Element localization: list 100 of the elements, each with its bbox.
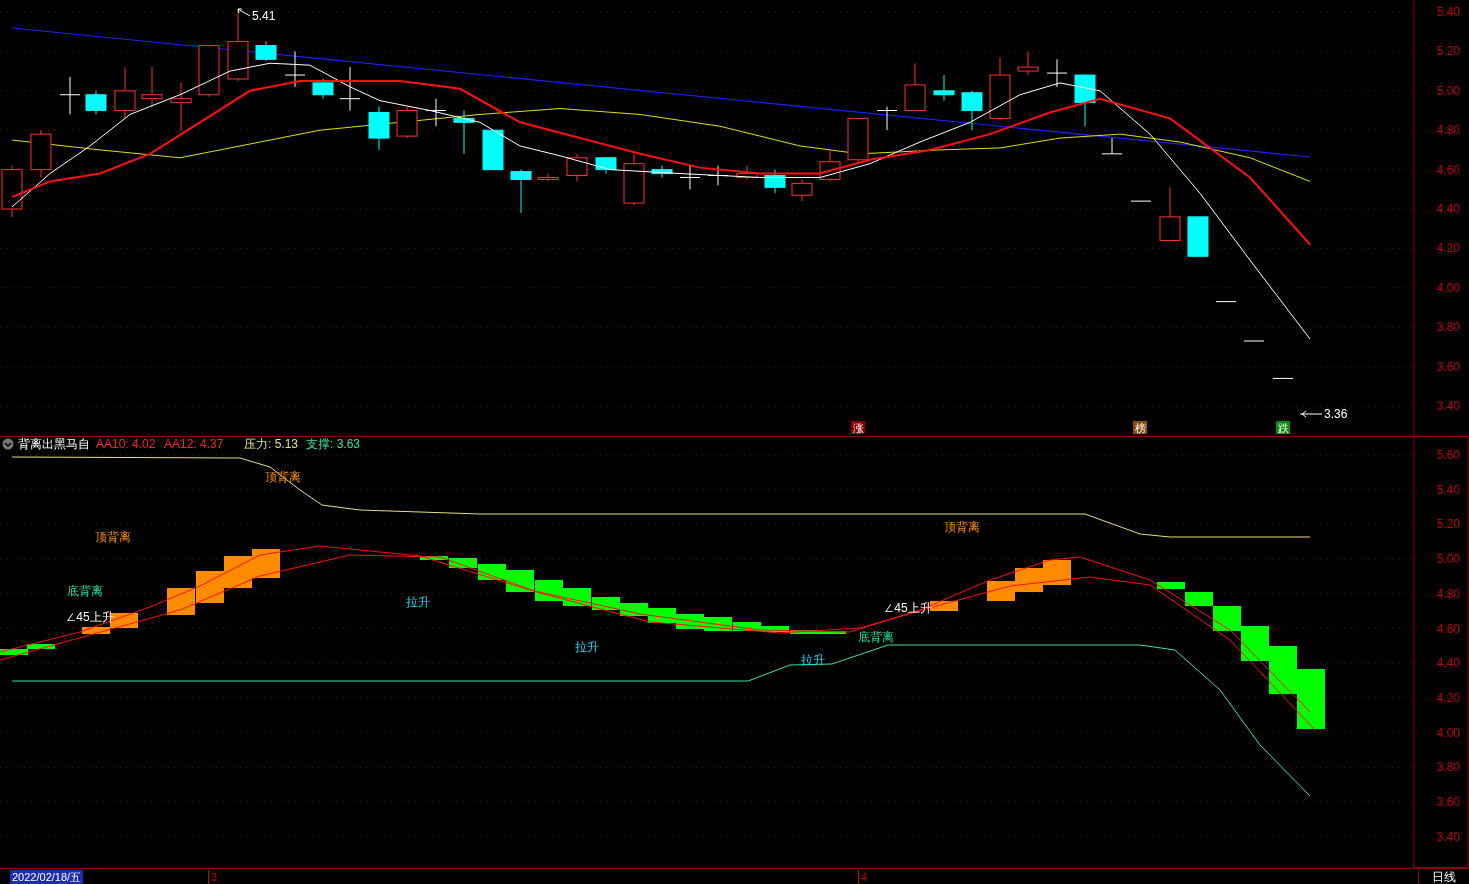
axis-label: 3.80 bbox=[1436, 320, 1460, 335]
signal-annotation: 顶背离 bbox=[944, 520, 980, 534]
collapse-icon[interactable] bbox=[2, 438, 14, 450]
histogram-bar bbox=[1297, 669, 1325, 729]
axis-label: 4.80 bbox=[1436, 586, 1460, 601]
candlestick bbox=[453, 110, 475, 155]
histogram-bar bbox=[252, 549, 280, 578]
axis-label: 4.80 bbox=[1436, 123, 1460, 138]
histogram-bar bbox=[1157, 582, 1185, 589]
candlestick bbox=[876, 106, 898, 131]
candlestick bbox=[425, 98, 447, 127]
axis-label: 5.20 bbox=[1436, 517, 1460, 532]
axis-label: 4.00 bbox=[1436, 725, 1460, 740]
period-tab[interactable]: 日线 bbox=[1418, 868, 1469, 884]
candlestick bbox=[1215, 301, 1237, 303]
histogram-bar bbox=[1015, 568, 1043, 592]
high-marker-arrow bbox=[237, 8, 251, 17]
signal-badge: 榜 bbox=[1133, 421, 1147, 434]
histogram-bar bbox=[987, 581, 1015, 601]
axis-label: 3.60 bbox=[1436, 795, 1460, 809]
candlestick bbox=[114, 66, 136, 119]
axis-label: 5.60 bbox=[1436, 448, 1460, 462]
candlestick bbox=[1074, 74, 1096, 127]
candlestick bbox=[791, 178, 813, 202]
signal-badge: 跌 bbox=[1276, 421, 1290, 434]
candlestick bbox=[1017, 50, 1039, 76]
axis-label: 3.40 bbox=[1436, 399, 1460, 413]
axis-label: 5.00 bbox=[1436, 83, 1460, 98]
candlestick bbox=[510, 169, 532, 214]
axis-label: 5.20 bbox=[1436, 44, 1460, 59]
axis-label: 3.40 bbox=[1436, 829, 1460, 844]
candlestick bbox=[623, 153, 645, 206]
histogram-bar bbox=[167, 588, 195, 615]
axis-label: 4.60 bbox=[1436, 162, 1460, 177]
candlestick bbox=[1130, 200, 1152, 202]
candlestick bbox=[482, 129, 504, 171]
histogram-bar bbox=[1241, 626, 1269, 661]
axis-label: 4.00 bbox=[1436, 280, 1460, 295]
axis-label: 4.40 bbox=[1436, 202, 1460, 216]
candlestick bbox=[904, 62, 926, 111]
signal-annotation: 顶背离 bbox=[95, 530, 131, 544]
candlestick bbox=[819, 149, 841, 182]
histogram-bar bbox=[506, 570, 534, 592]
candlestick bbox=[537, 173, 559, 182]
candlestick bbox=[170, 82, 192, 131]
histogram-bar bbox=[1043, 560, 1071, 585]
candlestick bbox=[989, 56, 1011, 121]
axis-label: 5.40 bbox=[1436, 5, 1460, 19]
indicator-title: 背离出黑马自 bbox=[18, 437, 90, 451]
candlestick bbox=[651, 165, 673, 178]
signal-annotation: 拉升 bbox=[406, 595, 430, 609]
candlestick bbox=[847, 117, 869, 163]
candlestick bbox=[59, 76, 81, 115]
candlestick bbox=[1046, 58, 1068, 88]
axis-label: 4.40 bbox=[1436, 656, 1460, 671]
candlestick bbox=[1243, 340, 1265, 342]
candlestick bbox=[595, 157, 617, 175]
candlestick bbox=[30, 129, 52, 178]
candlestick bbox=[679, 165, 701, 190]
low-price-label: 3.36 bbox=[1324, 407, 1348, 421]
candlestick bbox=[1272, 377, 1294, 379]
indicator-value: 压力: 5.13 bbox=[244, 437, 299, 451]
candlestick bbox=[1187, 216, 1209, 257]
high-price-label: 5.41 bbox=[252, 9, 276, 23]
candlestick bbox=[312, 78, 334, 100]
candlestick bbox=[85, 90, 107, 115]
signal-annotation: 底背离 bbox=[67, 584, 103, 598]
indicator-value: AA12: 4.37 bbox=[164, 437, 224, 451]
histogram-bar bbox=[1269, 646, 1297, 694]
candlestick bbox=[961, 90, 983, 131]
candlestick bbox=[396, 106, 418, 139]
month-label: 4 bbox=[858, 870, 868, 884]
signal-badge: 涨 bbox=[851, 421, 865, 434]
axis-label: 5.40 bbox=[1436, 482, 1460, 497]
axis-label: 4.20 bbox=[1436, 690, 1460, 705]
candlestick bbox=[1101, 137, 1123, 155]
signal-annotation: 底背离 bbox=[858, 630, 894, 644]
candlestick bbox=[141, 66, 163, 108]
histogram-bar bbox=[224, 556, 252, 588]
month-label: 3 bbox=[208, 870, 218, 884]
axis-label: 4.60 bbox=[1436, 621, 1460, 636]
indicator-value: 支撑: 3.63 bbox=[306, 437, 361, 451]
axis-label: 3.80 bbox=[1436, 760, 1460, 775]
candlestick bbox=[1159, 186, 1181, 241]
candlestick bbox=[764, 169, 786, 194]
candlestick bbox=[566, 153, 588, 182]
candlestick bbox=[284, 50, 306, 88]
signal-annotation: 拉升 bbox=[801, 653, 825, 667]
axis-label: 5.00 bbox=[1436, 552, 1460, 567]
low-marker-arrow bbox=[1299, 410, 1323, 418]
candlestick bbox=[368, 106, 390, 151]
histogram-bar bbox=[930, 601, 958, 611]
candlestick bbox=[255, 41, 277, 62]
axis-label: 4.20 bbox=[1436, 241, 1460, 256]
candlestick bbox=[736, 165, 758, 180]
date-label: 2022/02/18/五 bbox=[10, 870, 84, 884]
histogram-bar bbox=[196, 571, 224, 603]
indicator-value: AA10: 4.02 bbox=[96, 437, 156, 451]
candlestick bbox=[933, 74, 955, 102]
candlestick bbox=[198, 45, 220, 98]
